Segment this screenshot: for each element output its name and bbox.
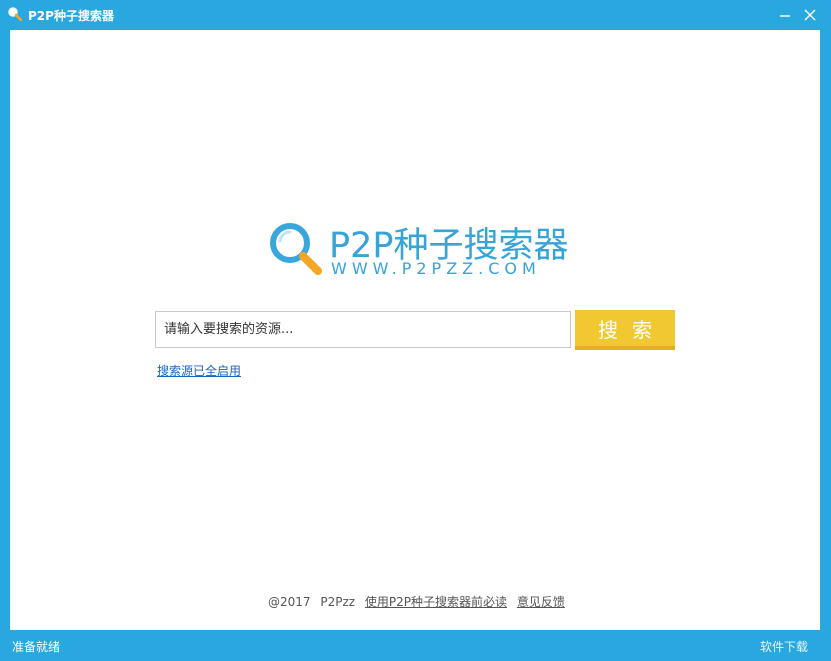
logo-url: WWW.P2PZZ.COM (331, 259, 541, 278)
search-sources-link[interactable]: 搜索源已全启用 (157, 362, 241, 379)
main-panel: P2P种子搜索器 WWW.P2PZZ.COM 搜索 搜索源已全启用 @2017 … (10, 30, 820, 630)
download-link[interactable]: 软件下载 (760, 638, 808, 655)
magnifier-icon (270, 223, 322, 275)
search-button[interactable]: 搜索 (575, 310, 675, 350)
search-box (155, 311, 571, 348)
window-title: P2P种子搜索器 (28, 9, 114, 23)
copyright-text: @2017 (268, 595, 311, 609)
close-icon[interactable] (800, 5, 820, 25)
footer: @2017 P2Pzz 使用P2P种子搜索器前必读 意见反馈 (268, 593, 571, 610)
magnifier-icon (8, 7, 23, 22)
feedback-link[interactable]: 意见反馈 (517, 595, 565, 609)
status-bar: 准备就绪 软件下载 (0, 630, 831, 661)
app-logo: P2P种子搜索器 WWW.P2PZZ.COM (268, 217, 568, 287)
search-input[interactable] (156, 312, 570, 347)
brand-text: P2Pzz (320, 595, 356, 609)
status-text: 准备就绪 (12, 640, 61, 654)
title-bar: P2P种子搜索器 (0, 0, 831, 30)
minimize-icon[interactable] (775, 5, 795, 25)
readme-link[interactable]: 使用P2P种子搜索器前必读 (365, 595, 507, 609)
app-window: P2P种子搜索器 P2P种子搜索器 WWW.P2PZZ.COM 搜索 搜索源已全… (0, 0, 831, 661)
